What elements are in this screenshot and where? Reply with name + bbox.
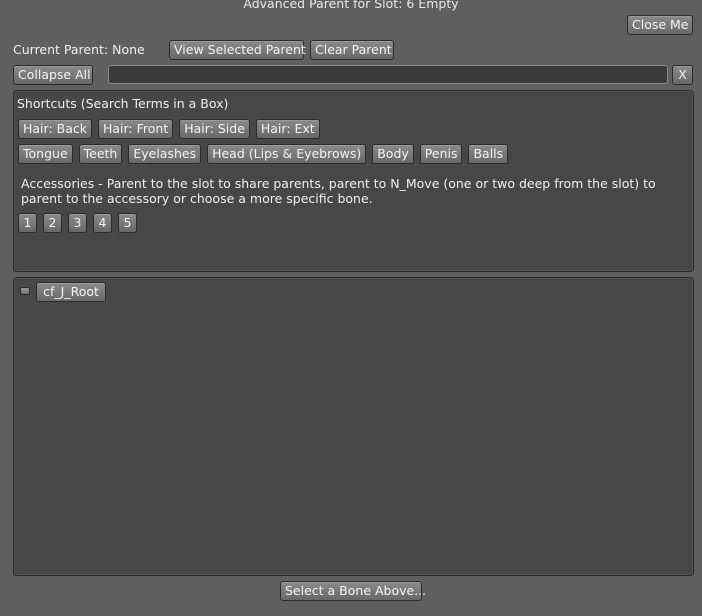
accessory-2-button[interactable]: 2 — [42, 213, 62, 233]
tree-node-cf-j-root[interactable]: cf_J_Root — [36, 282, 106, 302]
accessory-3-button[interactable]: 3 — [67, 213, 87, 233]
collapse-all-button[interactable]: Collapse All — [13, 65, 93, 85]
shortcut-penis-button[interactable]: Penis — [419, 144, 463, 164]
shortcut-body-button[interactable]: Body — [372, 144, 414, 164]
accessory-4-button[interactable]: 4 — [92, 213, 112, 233]
shortcut-balls-button[interactable]: Balls — [468, 144, 509, 164]
shortcut-head-button[interactable]: Head (Lips & Eyebrows) — [207, 144, 367, 164]
shortcut-hair-side-button[interactable]: Hair: Side — [179, 119, 250, 139]
current-parent-label: Current Parent: None — [13, 42, 145, 57]
window-title: Advanced Parent for Slot: 6 Empty — [243, 0, 459, 11]
select-bone-button[interactable]: Select a Bone Above... — [280, 581, 426, 601]
accessories-description: Accessories - Parent to the slot to shar… — [21, 176, 656, 206]
shortcut-hair-front-button[interactable]: Hair: Front — [97, 119, 174, 139]
close-button[interactable]: Close Me — [627, 15, 693, 35]
shortcuts-heading: Shortcuts (Search Terms in a Box) — [17, 96, 229, 111]
shortcut-hair-ext-button[interactable]: Hair: Ext — [255, 119, 320, 139]
root-node-toggle[interactable] — [20, 287, 30, 295]
accessory-5-button[interactable]: 5 — [117, 213, 137, 233]
advanced-parent-window: Advanced Parent for Slot: 6 Empty Close … — [0, 0, 702, 616]
accessory-shortcuts-row: 1 2 3 4 5 — [18, 213, 139, 233]
hair-shortcuts-row: Hair: Back Hair: Front Hair: Side Hair: … — [18, 119, 322, 139]
shortcut-hair-back-button[interactable]: Hair: Back — [18, 119, 92, 139]
bone-tree-panel: cf_J_Root — [13, 277, 694, 576]
view-selected-parent-button[interactable]: View Selected Parent — [169, 40, 306, 60]
shortcut-teeth-button[interactable]: Teeth — [78, 144, 123, 164]
body-shortcuts-row: Tongue Teeth Eyelashes Head (Lips & Eyeb… — [18, 144, 510, 164]
shortcut-tongue-button[interactable]: Tongue — [18, 144, 73, 164]
accessory-1-button[interactable]: 1 — [18, 213, 37, 233]
clear-search-button[interactable]: X — [672, 65, 693, 85]
clear-parent-button[interactable]: Clear Parent — [310, 40, 394, 60]
shortcut-eyelashes-button[interactable]: Eyelashes — [128, 144, 202, 164]
shortcuts-panel: Shortcuts (Search Terms in a Box) Hair: … — [13, 90, 694, 272]
bone-search-input[interactable] — [108, 65, 668, 84]
